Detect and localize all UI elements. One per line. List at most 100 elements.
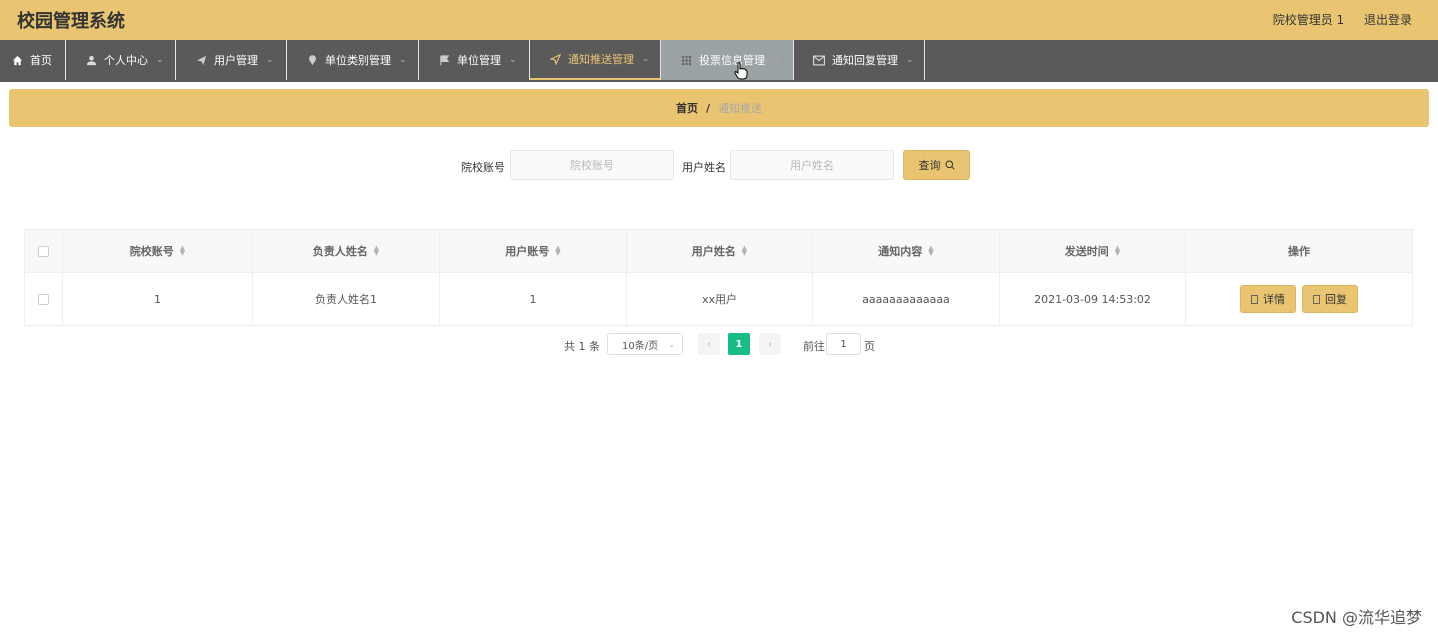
column-title: 负责人姓名 bbox=[312, 245, 368, 258]
row-select-cell bbox=[25, 273, 63, 325]
detail-label: 详情 bbox=[1263, 293, 1285, 306]
select-all-cell bbox=[25, 230, 63, 272]
column-header[interactable]: 用户账号 ▲ ▼ bbox=[440, 230, 627, 272]
document-icon bbox=[1313, 294, 1320, 304]
page-size-select[interactable]: 10条/页 ⌄ bbox=[607, 333, 683, 355]
nav-label-unit-management: 单位管理 bbox=[457, 54, 501, 67]
nav-item-unit-category[interactable]: 单位类别管理 ⌄ bbox=[287, 40, 419, 80]
chevron-down-icon: ⌄ bbox=[509, 55, 517, 65]
pagination-total: 共 1 条 bbox=[564, 340, 600, 353]
chevron-left-icon: ‹ bbox=[707, 338, 711, 350]
sort-icon[interactable]: ▲ ▼ bbox=[374, 245, 379, 257]
select-all-checkbox[interactable] bbox=[38, 245, 49, 257]
chevron-down-icon: ⌄ bbox=[156, 55, 164, 65]
chevron-down-icon: ⌄ bbox=[266, 55, 274, 65]
chevron-down-icon: ⌄ bbox=[773, 55, 781, 65]
page-unit-label: 页 bbox=[864, 340, 875, 353]
logout-link[interactable]: 退出登录 bbox=[1364, 13, 1412, 27]
column-title: 通知内容 bbox=[878, 245, 923, 258]
notice-table: 院校账号 ▲ ▼ 负责人姓名 ▲ ▼ 用户账号 ▲ ▼ 用户姓名 ▲ ▼ 通知内容 ▲ ▼… bbox=[24, 229, 1413, 326]
nav-label-user-management: 用户管理 bbox=[214, 54, 258, 67]
table-header: 院校账号 ▲ ▼ 负责人姓名 ▲ ▼ 用户账号 ▲ ▼ 用户姓名 ▲ ▼ 通知内容 ▲ ▼… bbox=[25, 230, 1412, 273]
column-header[interactable]: 院校账号 ▲ ▼ bbox=[63, 230, 253, 272]
column-header[interactable]: 用户姓名 ▲ ▼ bbox=[627, 230, 813, 272]
sort-icon[interactable]: ▲ ▼ bbox=[928, 245, 933, 257]
nav-item-personal-center[interactable]: 个人中心 ⌄ bbox=[66, 40, 176, 80]
hand-cursor-icon bbox=[734, 62, 748, 80]
content-panel: 院校账号 用户姓名 查询 院校账号 ▲▼ 负责人姓名 ▲▼ 用户账号 bbox=[9, 133, 1429, 370]
cell-content: aaaaaaaaaaaaa bbox=[813, 273, 1000, 325]
breadcrumb-separator: / bbox=[705, 101, 711, 115]
row-checkbox[interactable] bbox=[38, 293, 49, 305]
send-icon bbox=[194, 53, 208, 67]
nav-item-vote-info[interactable]: 投票信息管理 ⌄ bbox=[661, 40, 794, 80]
prev-page-button[interactable]: ‹ bbox=[698, 333, 720, 355]
page-number-button[interactable]: 1 bbox=[728, 333, 750, 355]
account-search-input[interactable] bbox=[510, 150, 674, 180]
nav-label-personal-center: 个人中心 bbox=[104, 54, 148, 67]
sort-icon[interactable]: ▲ ▼ bbox=[742, 245, 747, 257]
search-icon bbox=[945, 160, 955, 170]
home-icon bbox=[10, 53, 24, 67]
nav-label-unit-category: 单位类别管理 bbox=[325, 54, 391, 67]
column-header[interactable]: 负责人姓名 ▲ ▼ bbox=[253, 230, 440, 272]
nav-item-notice-reply[interactable]: 通知回复管理 ⌄ bbox=[794, 40, 925, 80]
query-button[interactable]: 查询 bbox=[903, 150, 970, 180]
column-title: 用户账号 bbox=[505, 245, 550, 258]
page-number: 1 bbox=[735, 338, 743, 350]
search-form: 院校账号 用户姓名 查询 bbox=[9, 150, 1429, 180]
chevron-down-icon: ⌄ bbox=[399, 55, 407, 65]
cell-manager: 负责人姓名1 bbox=[253, 273, 440, 325]
chevron-right-icon: › bbox=[768, 338, 772, 350]
page-size-value: 10条/页 bbox=[622, 340, 659, 352]
cell-time: 2021-03-09 14:53:02 bbox=[1000, 273, 1186, 325]
next-page-button[interactable]: › bbox=[759, 333, 781, 355]
goto-page-input[interactable]: 1 bbox=[826, 333, 861, 355]
goto-page-value: 1 bbox=[840, 338, 847, 350]
column-header: 操作 bbox=[1186, 230, 1412, 272]
document-icon bbox=[1251, 294, 1258, 304]
grid-icon bbox=[679, 53, 693, 67]
column-title: 院校账号 bbox=[129, 245, 174, 258]
current-user[interactable]: 院校管理员 1 bbox=[1273, 13, 1344, 27]
table-row: 1 负责人姓名1 1 xx用户 aaaaaaaaaaaaa 2021-03-09… bbox=[25, 273, 1412, 325]
column-header[interactable]: 通知内容 ▲ ▼ bbox=[813, 230, 1000, 272]
breadcrumb: 首页 / 通知推送 bbox=[9, 89, 1429, 127]
nav-item-unit-management[interactable]: 单位管理 ⌄ bbox=[419, 40, 530, 80]
nav-label-notice-reply: 通知回复管理 bbox=[832, 54, 898, 67]
top-header: 校园管理系统 院校管理员 1 退出登录 bbox=[0, 0, 1438, 40]
column-header[interactable]: 发送时间 ▲ ▼ bbox=[1000, 230, 1186, 272]
nav-item-user-management[interactable]: 用户管理 ⌄ bbox=[176, 40, 287, 80]
cell-actions: 详情 回复 bbox=[1186, 273, 1412, 325]
nav-label-vote-info: 投票信息管理 bbox=[699, 54, 765, 67]
reply-button[interactable]: 回复 bbox=[1302, 285, 1358, 313]
account-label: 院校账号 bbox=[461, 161, 505, 174]
chevron-down-icon: ⌄ bbox=[642, 54, 650, 64]
nav-item-notice-push[interactable]: 通知推送管理 ⌄ bbox=[530, 40, 661, 80]
nav-label-notice-push: 通知推送管理 bbox=[568, 53, 634, 66]
column-title: 操作 bbox=[1288, 245, 1310, 258]
reply-label: 回复 bbox=[1325, 293, 1347, 306]
cell-user-account: 1 bbox=[440, 273, 627, 325]
sort-icon[interactable]: ▲ ▼ bbox=[555, 245, 560, 257]
cell-account: 1 bbox=[63, 273, 253, 325]
breadcrumb-home[interactable]: 首页 bbox=[676, 100, 698, 116]
nav-label-home: 首页 bbox=[30, 54, 52, 67]
cell-user-name: xx用户 bbox=[627, 273, 813, 325]
location-icon bbox=[305, 53, 319, 67]
sort-icon[interactable]: ▲ ▼ bbox=[1115, 245, 1120, 257]
header-user-area: 院校管理员 1 退出登录 bbox=[1257, 11, 1412, 28]
nav-item-home[interactable]: 首页 bbox=[0, 40, 66, 80]
watermark: CSDN @流华追梦 bbox=[1291, 608, 1422, 627]
pagination: 共 1 条 10条/页 ⌄ ‹ 1 › 前往 1 页 bbox=[9, 333, 1429, 355]
sort-icon[interactable]: ▲ ▼ bbox=[180, 245, 185, 257]
detail-button[interactable]: 详情 bbox=[1240, 285, 1296, 313]
app-title: 校园管理系统 bbox=[17, 11, 125, 32]
username-label: 用户姓名 bbox=[682, 161, 726, 174]
chevron-down-icon: ⌄ bbox=[906, 55, 914, 65]
user-icon bbox=[84, 53, 98, 67]
mail-icon bbox=[812, 53, 826, 67]
column-title: 发送时间 bbox=[1064, 245, 1109, 258]
username-search-input[interactable] bbox=[730, 150, 894, 180]
navigation-icon bbox=[548, 52, 562, 66]
